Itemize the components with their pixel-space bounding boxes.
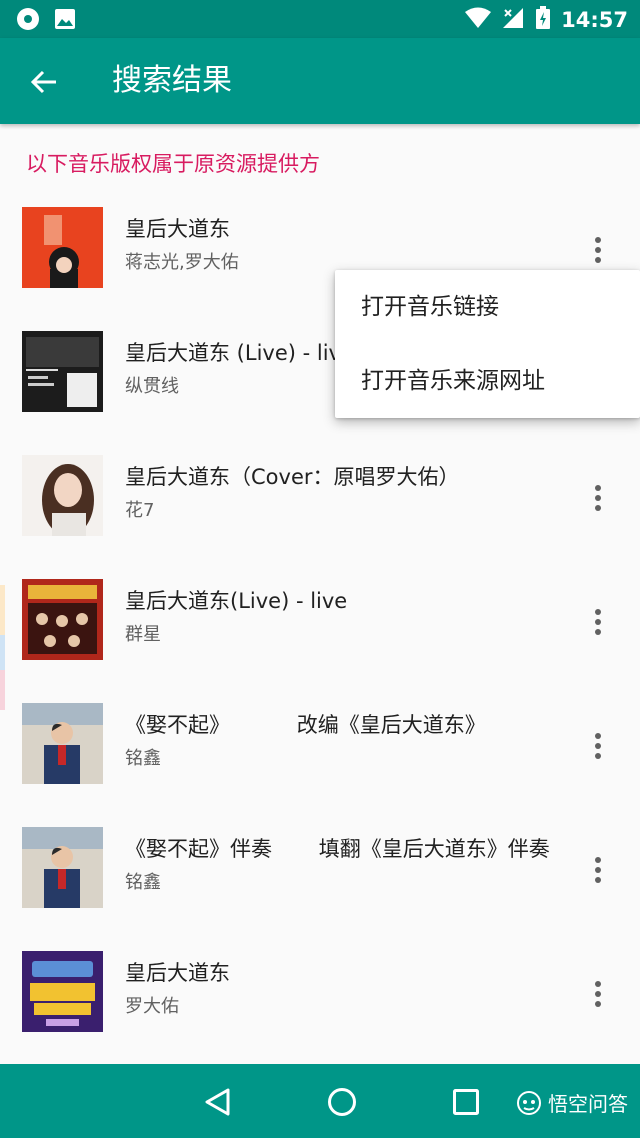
image-icon <box>54 8 76 34</box>
more-options-button[interactable] <box>584 974 612 1014</box>
song-title: 《娶不起》 改编《皇后大道东》 <box>125 713 486 737</box>
album-cover <box>22 951 103 1032</box>
song-artist: 蒋志光,罗大佑 <box>125 252 239 273</box>
song-artist: 铭鑫 <box>125 872 161 893</box>
watermark: 悟空问答 <box>516 1088 628 1117</box>
more-options-button[interactable] <box>584 230 612 270</box>
song-artist: 纵贯线 <box>125 376 179 397</box>
song-title: 皇后大道东 (Live) - live <box>125 341 354 365</box>
context-menu: 打开音乐链接 打开音乐来源网址 <box>335 270 640 418</box>
square-recents-icon <box>453 1089 479 1115</box>
menu-item-label: 打开音乐来源网址 <box>361 368 545 394</box>
menu-item-label: 打开音乐链接 <box>361 294 499 320</box>
more-options-button[interactable] <box>584 602 612 642</box>
album-cover <box>22 827 103 908</box>
wifi-icon <box>465 7 492 33</box>
navigation-bar: 悟空问答 <box>0 1064 640 1138</box>
result-row[interactable]: 皇后大道东 罗大佑 <box>0 934 640 1058</box>
battery-icon <box>535 6 551 34</box>
song-artist: 群星 <box>125 624 161 645</box>
nav-home-button[interactable] <box>320 1080 364 1124</box>
album-cover <box>22 331 103 412</box>
app-bar: 搜索结果 <box>0 38 640 124</box>
album-cover <box>22 579 103 660</box>
nav-back-button[interactable] <box>196 1080 240 1124</box>
song-title: 皇后大道东（Cover：原唱罗大佑） <box>125 465 460 489</box>
more-options-button[interactable] <box>584 726 612 766</box>
song-artist: 铭鑫 <box>125 748 161 769</box>
menu-item-open-music-link[interactable]: 打开音乐链接 <box>335 270 640 344</box>
status-bar: 14:57 <box>0 0 640 38</box>
song-title: 皇后大道东 <box>125 961 230 985</box>
album-cover <box>22 455 103 536</box>
signal-icon <box>501 7 525 33</box>
album-cover <box>22 703 103 784</box>
page-title: 搜索结果 <box>112 63 232 98</box>
triangle-back-icon <box>205 1088 230 1116</box>
arrow-back-icon <box>30 70 56 94</box>
song-title: 皇后大道东(Live) - live <box>125 589 348 613</box>
album-cover <box>22 207 103 288</box>
nav-recents-button[interactable] <box>444 1080 488 1124</box>
more-options-button[interactable] <box>584 850 612 890</box>
song-artist: 罗大佑 <box>125 996 179 1017</box>
result-row[interactable]: 皇后大道东（Cover：原唱罗大佑） 花7 <box>0 438 640 562</box>
result-row[interactable]: 皇后大道东(Live) - live 群星 <box>0 562 640 686</box>
result-row[interactable]: 《娶不起》伴奏 填翻《皇后大道东》伴奏 铭鑫 <box>0 810 640 934</box>
circle-home-icon <box>328 1088 356 1116</box>
song-artist: 花7 <box>125 500 155 521</box>
song-title: 皇后大道东 <box>125 217 230 241</box>
status-time: 14:57 <box>561 8 628 32</box>
menu-item-open-source-url[interactable]: 打开音乐来源网址 <box>335 344 640 418</box>
copyright-notice: 以下音乐版权属于原资源提供方 <box>26 152 320 176</box>
result-row[interactable]: 《娶不起》 改编《皇后大道东》 铭鑫 <box>0 686 640 810</box>
disc-icon <box>16 7 40 35</box>
more-options-button[interactable] <box>584 478 612 518</box>
back-button[interactable] <box>22 60 66 104</box>
watermark-text: 悟空问答 <box>548 1092 628 1116</box>
wukong-logo-icon <box>517 1090 541 1115</box>
song-title: 《娶不起》伴奏 填翻《皇后大道东》伴奏 <box>125 837 550 861</box>
